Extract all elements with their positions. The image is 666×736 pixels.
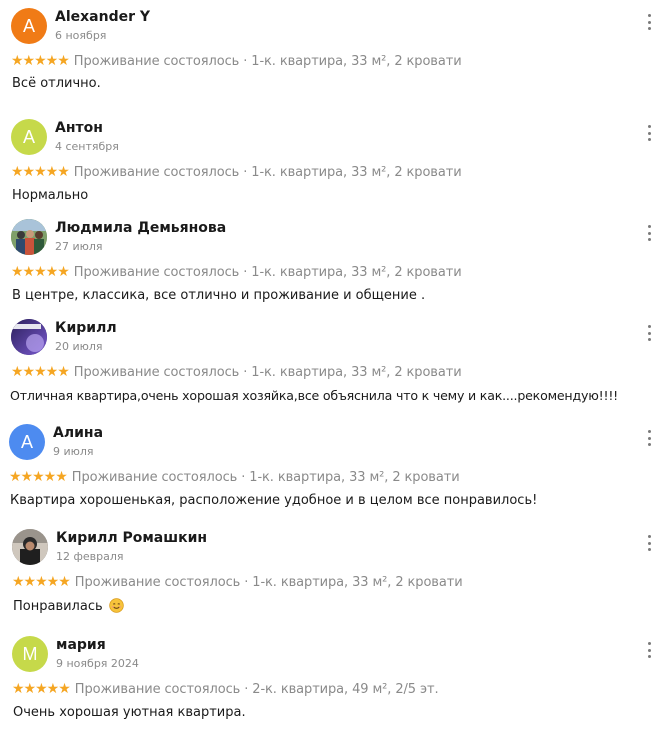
avatar[interactable]: А	[9, 424, 45, 460]
review-meta: ★★★★★ Проживание состоялось · 1-к. кварт…	[12, 574, 463, 590]
avatar[interactable]: А	[11, 119, 47, 155]
reviewer-name[interactable]: мария	[56, 637, 106, 653]
review-text: Отличная квартира,очень хорошая хозяйка,…	[10, 388, 619, 403]
more-options-icon[interactable]	[642, 123, 656, 143]
rating-stars: ★★★★★	[11, 264, 70, 280]
avatar-photo	[11, 319, 47, 355]
stay-info: Проживание состоялось · 1-к. квартира, 3…	[74, 574, 463, 590]
review-date: 4 сентября	[55, 140, 119, 153]
more-options-icon[interactable]	[642, 12, 656, 32]
review-text: Нормально	[12, 188, 89, 203]
review-date: 12 февраля	[56, 550, 124, 563]
reviewer-name[interactable]: Алина	[53, 425, 103, 441]
review-text: Квартира хорошенькая, расположение удобн…	[10, 493, 538, 508]
rating-stars: ★★★★★	[11, 364, 70, 380]
review-text: Всё отлично.	[12, 76, 101, 91]
avatar[interactable]	[11, 319, 47, 355]
reviewer-name[interactable]: Людмила Демьянова	[55, 220, 226, 236]
stay-info: Проживание состоялось · 2-к. квартира, 4…	[74, 681, 439, 697]
review-date: 9 ноября 2024	[56, 657, 139, 670]
review-text: В центре, классика, все отлично и прожив…	[12, 288, 426, 303]
review-date: 6 ноября	[55, 29, 107, 42]
avatar-initial: А	[22, 126, 35, 147]
review-date: 20 июля	[55, 340, 103, 353]
more-options-icon[interactable]	[642, 428, 656, 448]
avatar[interactable]: М	[12, 636, 48, 672]
rating-stars: ★★★★★	[12, 574, 71, 590]
rating-stars: ★★★★★	[11, 53, 70, 69]
avatar-initial: М	[22, 643, 38, 664]
rating-stars: ★★★★★	[11, 164, 70, 180]
reviewer-name[interactable]: Alexander Y	[55, 9, 150, 25]
more-options-icon[interactable]	[642, 640, 656, 660]
smiling-face-emoji	[109, 598, 124, 613]
reviewer-name[interactable]: Кирилл	[55, 320, 117, 336]
review-text: Понравилась	[13, 598, 124, 614]
avatar-photo	[12, 529, 48, 565]
review-text-content: Понравилась	[13, 599, 103, 614]
reviewer-name[interactable]: Антон	[55, 120, 103, 136]
avatar-photo	[11, 219, 47, 255]
review-date: 27 июля	[55, 240, 103, 253]
stay-info: Проживание состоялось · 1-к. квартира, 3…	[73, 364, 462, 380]
avatar[interactable]	[11, 219, 47, 255]
review-meta: ★★★★★ Проживание состоялось · 1-к. кварт…	[9, 469, 460, 485]
stay-info: Проживание состоялось · 1-к. квартира, 3…	[71, 469, 460, 485]
review-meta: ★★★★★ Проживание состоялось · 1-к. кварт…	[11, 364, 462, 380]
avatar-initial: A	[22, 15, 35, 36]
rating-stars: ★★★★★	[12, 681, 71, 697]
review-date: 9 июля	[53, 445, 94, 458]
review-meta: ★★★★★ Проживание состоялось · 1-к. кварт…	[11, 264, 462, 280]
reviewer-name[interactable]: Кирилл Ромашкин	[56, 530, 207, 546]
avatar[interactable]	[12, 529, 48, 565]
more-options-icon[interactable]	[642, 323, 656, 343]
rating-stars: ★★★★★	[9, 469, 68, 485]
more-options-icon[interactable]	[642, 533, 656, 553]
review-text: Очень хорошая уютная квартира.	[13, 705, 246, 720]
stay-info: Проживание состоялось · 1-к. квартира, 3…	[73, 164, 462, 180]
more-options-icon[interactable]	[642, 223, 656, 243]
review-meta: ★★★★★ Проживание состоялось · 2-к. кварт…	[12, 681, 439, 697]
stay-info: Проживание состоялось · 1-к. квартира, 3…	[73, 264, 462, 280]
review-meta: ★★★★★ Проживание состоялось · 1-к. кварт…	[11, 53, 462, 69]
avatar-initial: А	[20, 431, 33, 452]
stay-info: Проживание состоялось · 1-к. квартира, 3…	[73, 53, 462, 69]
review-meta: ★★★★★ Проживание состоялось · 1-к. кварт…	[11, 164, 462, 180]
avatar[interactable]: A	[11, 8, 47, 44]
